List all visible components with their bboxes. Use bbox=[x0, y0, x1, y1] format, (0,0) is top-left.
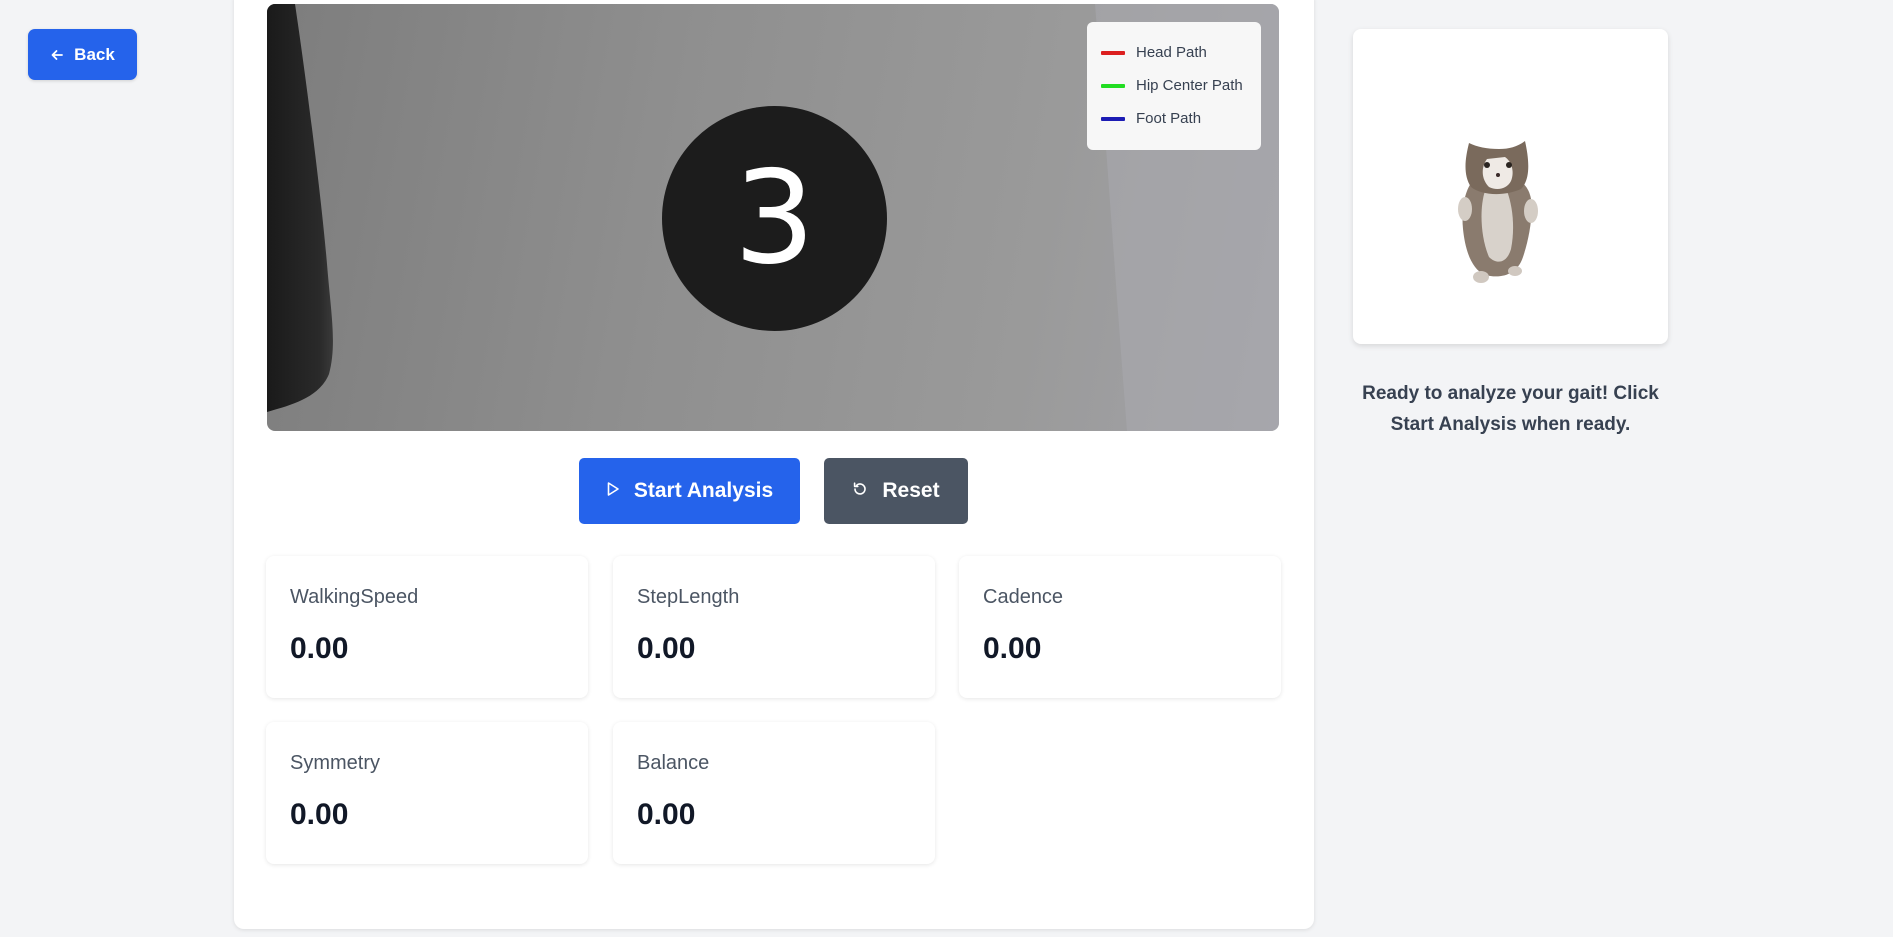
countdown-timer: 3 bbox=[662, 106, 887, 331]
legend-item-foot: Foot Path bbox=[1101, 102, 1261, 135]
metric-card-balance: Balance 0.00 bbox=[613, 722, 935, 864]
path-legend: Head Path Hip Center Path Foot Path bbox=[1087, 22, 1261, 150]
start-analysis-label: Start Analysis bbox=[633, 479, 774, 502]
reset-button[interactable]: Reset bbox=[824, 458, 968, 524]
status-message: Ready to analyze your gait! Click Start … bbox=[1362, 383, 1659, 435]
legend-swatch-foot bbox=[1101, 116, 1125, 121]
metric-value: 0.00 bbox=[637, 632, 696, 665]
rotate-ccw-icon bbox=[852, 479, 868, 503]
metric-card-symmetry: Symmetry 0.00 bbox=[266, 722, 588, 864]
metric-label: StepLength bbox=[637, 586, 740, 608]
legend-swatch-head bbox=[1101, 50, 1125, 55]
legend-item-hip: Hip Center Path bbox=[1101, 69, 1261, 102]
arrow-left-icon bbox=[50, 48, 64, 62]
legend-item-head: Head Path bbox=[1101, 36, 1261, 69]
back-button[interactable]: Back bbox=[28, 29, 137, 80]
metric-card-cadence: Cadence 0.00 bbox=[959, 556, 1281, 698]
metric-value: 0.00 bbox=[290, 632, 349, 665]
legend-swatch-hip bbox=[1101, 83, 1125, 88]
metric-value: 0.00 bbox=[637, 798, 696, 831]
cat-figure bbox=[1451, 129, 1546, 289]
back-label: Back bbox=[74, 44, 115, 64]
metric-value: 0.00 bbox=[983, 632, 1042, 665]
metric-card-walking-speed: WalkingSpeed 0.00 bbox=[266, 556, 588, 698]
legend-label-foot: Foot Path bbox=[1136, 110, 1202, 127]
metric-label: Cadence bbox=[983, 586, 1064, 608]
metric-value: 0.00 bbox=[290, 798, 349, 831]
legend-label-hip: Hip Center Path bbox=[1136, 77, 1243, 94]
start-analysis-button[interactable]: Start Analysis bbox=[579, 458, 800, 524]
metric-card-step-length: StepLength 0.00 bbox=[613, 556, 935, 698]
metric-label: Balance bbox=[637, 752, 710, 774]
metric-label: Symmetry bbox=[290, 752, 380, 774]
legend-label-head: Head Path bbox=[1136, 44, 1207, 61]
metric-label: WalkingSpeed bbox=[290, 586, 419, 608]
play-icon bbox=[606, 479, 620, 503]
reset-label: Reset bbox=[882, 479, 940, 502]
assistant-card bbox=[1353, 29, 1668, 344]
